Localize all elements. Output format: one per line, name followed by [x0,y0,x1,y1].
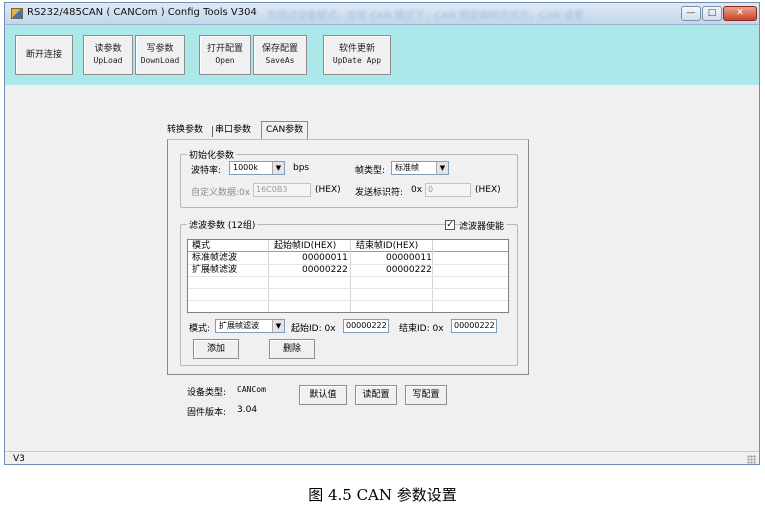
can-params-page: 初始化参数 波特率: 1000k ▼ bps 帧类型: 标准帧 ▼ 自定义数据:… [167,139,529,375]
tab-serial-params[interactable]: 串口参数 [215,124,251,139]
read-config-button[interactable]: 读配置 [355,385,397,405]
update-app-label-en: UpDate App [332,56,382,65]
maximize-button[interactable]: □ [702,6,722,21]
init-params-title: 初始化参数 [187,148,237,161]
chevron-down-icon: ▼ [436,162,448,174]
row-end-id-cell: 00000222 [386,265,432,275]
chevron-down-icon: ▼ [272,320,284,332]
custom-data-field[interactable]: 16C0B3 [253,183,311,197]
column-header-end-id: 结束帧ID(HEX) [356,241,419,251]
filter-table[interactable]: 模式 起始帧ID(HEX) 结束帧ID(HEX) 标准帧滤波 00000011 … [187,239,509,313]
grid-divider [188,300,508,301]
minimize-button[interactable]: — [681,6,701,21]
title-bar[interactable]: RS232/485CAN ( CANCom ) Config Tools V30… [5,3,759,25]
grid-divider [188,276,508,277]
add-button[interactable]: 添加 [193,339,239,359]
window-title-blurred: 为调试设备模式，在非 CAN 模式下，CAN 固定编码方式为，CAN 设置 [267,11,584,21]
frame-type-label: 帧类型: [355,166,386,176]
row-start-id-cell: 00000222 [302,265,348,275]
baud-unit-label: bps [293,163,310,173]
grid-divider [188,288,508,289]
update-app-label-cn: 软件更新 [338,44,375,54]
write-params-label-en: DownLoad [140,56,180,65]
baud-rate-select[interactable]: 1000k ▼ [229,161,285,175]
filter-mode-label: 模式: [189,324,211,334]
save-config-label-en: SaveAs [265,56,295,65]
row-mode-cell: 标准帧滤波 [192,253,238,263]
write-config-button[interactable]: 写配置 [405,385,447,405]
disconnect-button[interactable]: 断开连接 [15,35,73,75]
tab-can-params[interactable]: CAN参数 [261,121,309,139]
status-bar: V3 [5,451,759,464]
start-id-label: 起始ID: 0x [291,324,336,334]
column-header-mode: 模式 [192,241,211,251]
read-params-label-en: UpLoad [93,56,123,65]
filter-mode-value: 扩展帧滤波 [219,321,259,330]
delete-button[interactable]: 删除 [269,339,315,359]
baud-rate-value: 1000k [233,163,258,172]
tab-convert-params[interactable]: 转换参数 [167,124,203,139]
app-icon [11,8,23,19]
init-params-group: 初始化参数 波特率: 1000k ▼ bps 帧类型: 标准帧 ▼ 自定义数据:… [180,148,518,208]
open-config-label-cn: 打开配置 [206,44,243,54]
write-params-button[interactable]: 写参数 DownLoad [135,35,185,75]
table-header: 模式 起始帧ID(HEX) 结束帧ID(HEX) [188,240,508,252]
firmware-version-label: 固件版本: [187,408,227,418]
resize-grip-icon[interactable] [747,455,756,464]
open-config-label-en: Open [215,56,235,65]
end-id-label: 结束ID: 0x [399,324,444,334]
status-text: V3 [13,454,25,464]
read-params-label-cn: 读参数 [94,44,122,54]
app-window: RS232/485CAN ( CANCom ) Config Tools V30… [4,2,760,465]
baud-rate-label: 波特率: [191,166,222,176]
tab-divider [212,126,213,137]
save-config-button[interactable]: 保存配置 SaveAs [253,35,307,75]
filter-enable-checkbox[interactable]: ✓ [445,220,455,230]
row-mode-cell: 扩展帧滤波 [192,265,238,275]
send-id-label: 发送标识符: [355,188,404,198]
frame-type-value: 标准帧 [395,163,419,172]
row-start-id-cell: 00000011 [302,253,348,263]
start-id-field[interactable]: 00000222 [343,319,389,333]
row-end-id-cell: 00000011 [386,253,432,263]
filter-enable-label: 滤波器使能 [459,219,507,232]
chevron-down-icon: ▼ [272,162,284,174]
read-params-button[interactable]: 读参数 UpLoad [83,35,133,75]
window-title: RS232/485CAN ( CANCom ) Config Tools V30… [27,7,257,18]
frame-type-select[interactable]: 标准帧 ▼ [391,161,449,175]
end-id-field[interactable]: 00000222 [451,319,497,333]
device-type-value: CANCom [237,385,266,394]
toolbar: 断开连接 读参数 UpLoad 写参数 DownLoad 打开配置 Open 保… [5,25,759,85]
custom-data-label: 自定义数据:0x [191,188,251,198]
column-header-start-id: 起始帧ID(HEX) [274,241,337,251]
close-button[interactable]: ✕ [723,6,757,21]
update-app-button[interactable]: 软件更新 UpDate App [323,35,391,75]
filter-mode-select[interactable]: 扩展帧滤波 ▼ [215,319,285,333]
send-id-field[interactable]: 0 [425,183,471,197]
send-id-prefix: 0x [411,185,423,195]
save-config-label-cn: 保存配置 [261,44,298,54]
open-config-button[interactable]: 打开配置 Open [199,35,251,75]
send-id-hex-label: (HEX) [475,185,501,195]
filter-params-title: 滤波参数 (12组) [187,218,258,231]
firmware-version-value: 3.04 [237,405,258,415]
filter-params-group: 滤波参数 (12组) ✓ 滤波器使能 模式 起始帧ID(HEX) 结束帧ID(H… [180,218,518,366]
custom-data-hex-label: (HEX) [315,185,341,195]
figure-caption: 图 4.5 CAN 参数设置 [308,486,457,504]
device-type-label: 设备类型: [187,388,227,398]
default-values-button[interactable]: 默认值 [299,385,347,405]
write-params-label-cn: 写参数 [146,44,174,54]
